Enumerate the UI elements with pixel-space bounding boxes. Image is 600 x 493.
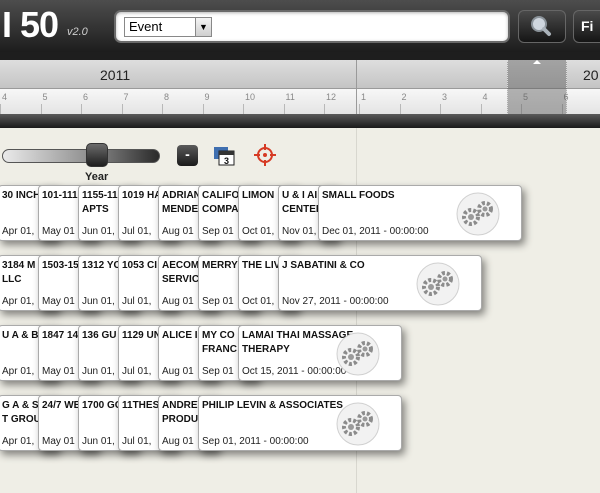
timeline-tick: [243, 104, 244, 114]
timeline-month-label: 2: [401, 92, 407, 102]
event-date: Jul 01,: [122, 296, 152, 307]
event-date: Aug 01: [162, 366, 194, 377]
timeline-tick: [81, 104, 82, 114]
top-bar: I 50 v2.0 Event ▼ Fi: [0, 0, 600, 52]
event-date: Sep 01: [202, 226, 234, 237]
timeline-tick: [480, 104, 482, 114]
event-date: Jul 01,: [122, 436, 152, 447]
chevron-down-icon[interactable]: ▼: [195, 18, 211, 36]
event-date: Jun 01,: [82, 366, 115, 377]
timeline-tick: [440, 104, 441, 114]
timeline-focus-window[interactable]: [507, 60, 567, 118]
event-date: May 01: [42, 296, 75, 307]
event-date: Apr 01,: [2, 366, 35, 377]
app-version: v2.0: [67, 26, 88, 38]
event-date: Sep 01: [202, 366, 234, 377]
event-card[interactable]: J SABATINI & CO Nov 27, 2011 - 00:00:00: [278, 255, 482, 311]
event-card[interactable]: SMALL FOODS Dec 01, 2011 - 00:00:00: [318, 185, 522, 241]
timeline-month-label: 8: [164, 92, 170, 102]
event-date: Nov 01,: [282, 226, 317, 237]
event-date: Nov 27, 2011 - 00:00:00: [282, 296, 389, 307]
timeline-tick: [0, 104, 1, 114]
timeline-year-divider: [356, 60, 357, 114]
timeline-month-label: 7: [123, 92, 129, 102]
timeline-tick: [162, 104, 163, 114]
event-date: Jun 01,: [82, 226, 115, 237]
timeline-year-label: 20: [583, 67, 599, 83]
event-date: Jun 01,: [82, 296, 115, 307]
event-date: Jul 01,: [122, 226, 152, 237]
timeline-month-label: 4: [482, 92, 488, 102]
event-date: Apr 01,: [2, 436, 35, 447]
timeline-tick: [40, 104, 42, 114]
event-card[interactable]: LAMAI THAI MASSAGE THERAPY Oct 15, 2011 -…: [238, 325, 402, 381]
event-date: May 01: [42, 436, 75, 447]
magnifier-icon: [531, 16, 551, 36]
timeline-tick: [121, 104, 123, 114]
event-date: Oct 15, 2011 - 00:00:00: [242, 366, 347, 377]
event-date: Sep 01, 2011 - 00:00:00: [202, 436, 309, 447]
event-date: May 01: [42, 226, 75, 237]
timeline-month-label: 6: [83, 92, 89, 102]
zoom-slider-handle[interactable]: [86, 143, 108, 167]
search-button[interactable]: [518, 10, 566, 43]
timeline-tick: [283, 104, 285, 114]
calendar-badge: 3: [224, 156, 229, 166]
timeline-tick: [359, 104, 360, 114]
find-button[interactable]: Fi: [573, 10, 600, 43]
search-type-value: Event: [129, 19, 163, 34]
search-input[interactable]: Event ▼: [114, 10, 510, 43]
event-date: Oct 01,: [242, 226, 275, 237]
event-card[interactable]: PHILIP LEVIN & ASSOCIATES Sep 01, 2011 - …: [198, 395, 402, 451]
gears-icon: [336, 332, 380, 376]
triangle-up-icon: [533, 60, 541, 118]
event-date: Aug 01: [162, 296, 194, 307]
app-logo: I 50: [2, 4, 59, 45]
event-date: Apr 01,: [2, 296, 35, 307]
timeline-year-label: 2011: [100, 67, 131, 83]
gears-icon: [336, 402, 380, 446]
event-date: Oct 01,: [242, 296, 275, 307]
timeline-month-label: 11: [285, 92, 295, 102]
zoom-slider-track[interactable]: [2, 149, 160, 163]
timeline-month-label: 3: [442, 92, 448, 102]
zoom-out-button[interactable]: -: [177, 145, 198, 166]
event-date: Dec 01, 2011 - 00:00:00: [322, 226, 429, 237]
timeline-month-label: 1: [361, 92, 367, 102]
timeline-month-label: 4: [2, 92, 8, 102]
timeline-bottom-edge: [0, 114, 600, 128]
gears-icon: [456, 192, 500, 236]
timeline-tick: [399, 104, 401, 114]
event-date: Aug 01: [162, 226, 194, 237]
event-date: Apr 01,: [2, 226, 35, 237]
event-date: Aug 01: [162, 436, 194, 447]
event-date: Sep 01: [202, 296, 234, 307]
timeline-month-label: 9: [204, 92, 210, 102]
event-date: May 01: [42, 366, 75, 377]
zoom-level-label: Year: [85, 171, 109, 183]
timeline-month-label: 10: [245, 92, 256, 102]
event-date: Jun 01,: [82, 436, 115, 447]
timeline-month-label: 5: [42, 92, 48, 102]
timeline-month-label: 12: [326, 92, 337, 102]
event-date: Jul 01,: [122, 366, 152, 377]
search-type-select[interactable]: Event ▼: [124, 17, 212, 37]
timeline-tick: [202, 104, 204, 114]
calendar-icon[interactable]: 3: [213, 145, 235, 166]
crosshair-icon[interactable]: [253, 143, 277, 167]
gears-icon: [416, 262, 460, 306]
timeline-tick: [324, 104, 325, 114]
